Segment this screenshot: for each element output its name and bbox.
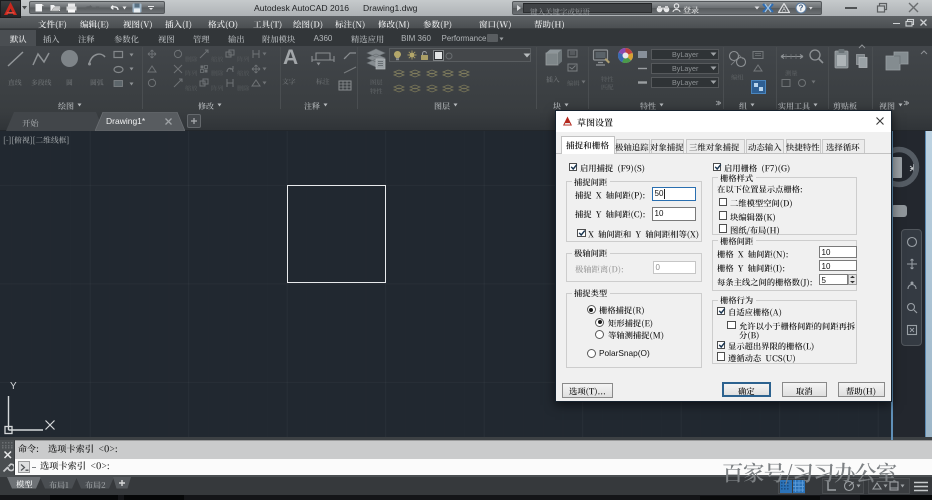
svg-text:?: ? <box>799 4 804 13</box>
svg-text:A: A <box>782 8 786 13</box>
